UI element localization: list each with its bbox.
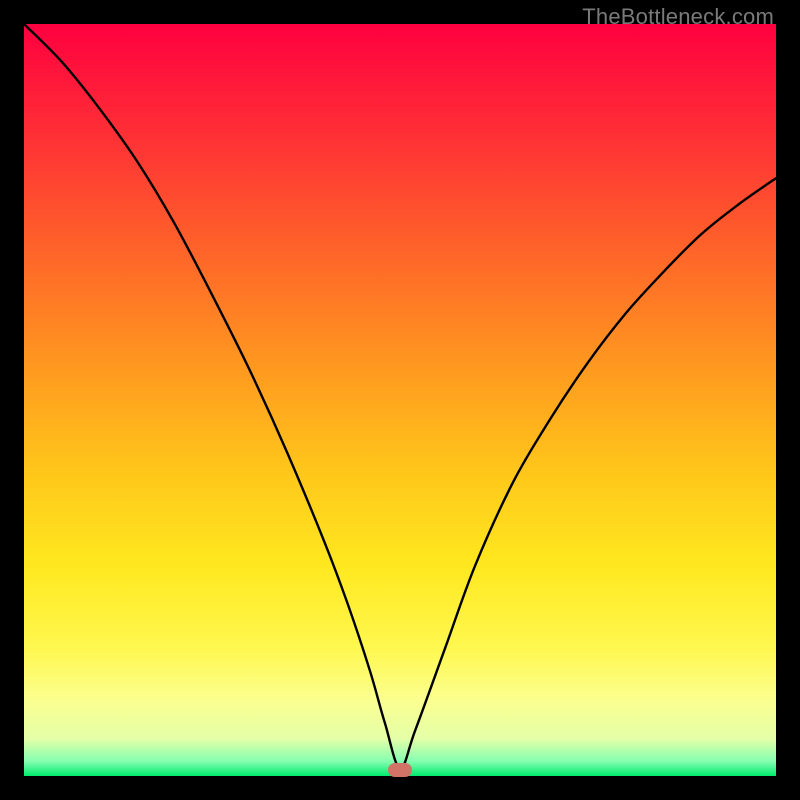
chart-stage: TheBottleneck.com (0, 0, 800, 800)
watermark-text: TheBottleneck.com (582, 4, 774, 30)
bottleneck-curve (24, 24, 776, 776)
plot-area (24, 24, 776, 776)
optimal-point-marker (388, 763, 412, 777)
